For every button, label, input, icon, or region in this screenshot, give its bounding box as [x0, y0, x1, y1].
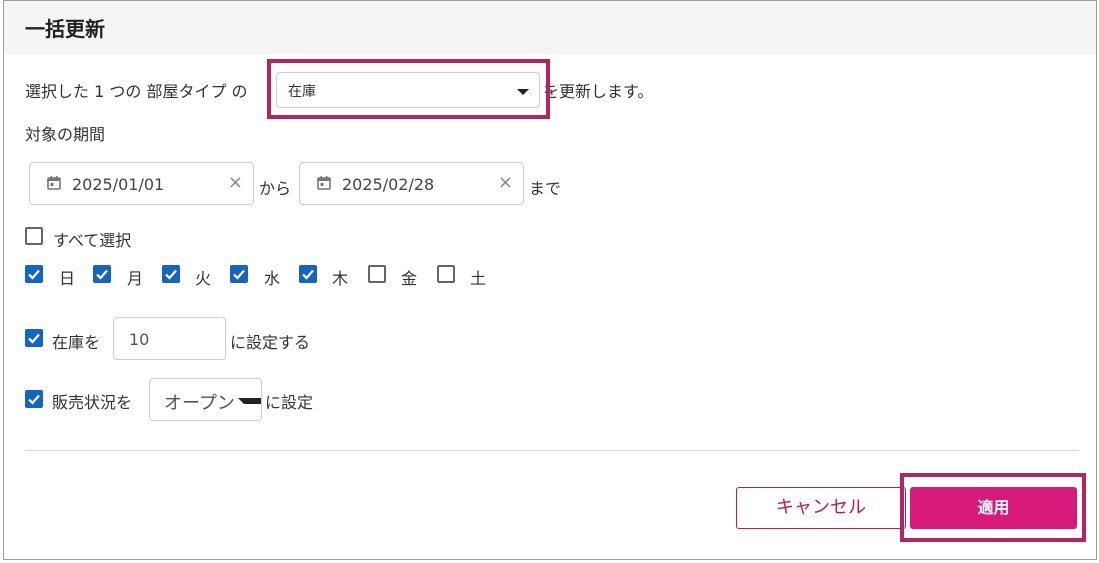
end-date-value: 2025/02/28 [342, 175, 435, 194]
day-checkbox-sat[interactable] [437, 265, 455, 283]
clear-icon[interactable]: × [228, 172, 243, 193]
check-icon [96, 269, 108, 280]
sales-status-value: オープン [164, 393, 234, 414]
check-icon [28, 333, 40, 344]
dialog-header: 一括更新 [4, 1, 1096, 54]
stock-prefix-label: 在庫を [52, 333, 101, 352]
from-label: から [259, 179, 292, 198]
start-date-value: 2025/01/01 [72, 175, 165, 194]
start-date-input[interactable]: 2025/01/01 × [29, 162, 254, 205]
calendar-icon [317, 176, 331, 190]
until-label: まで [529, 179, 562, 198]
footer-divider [25, 450, 1079, 451]
check-icon [302, 269, 314, 280]
chevron-down-icon [238, 398, 261, 404]
sales-status-select[interactable]: オープン [149, 378, 262, 421]
check-icon [28, 269, 40, 280]
day-label-mon: 月 [127, 269, 144, 288]
end-date-input[interactable]: 2025/02/28 × [299, 162, 524, 205]
intro-prefix-text: 選択した 1 つの 部屋タイプ の [25, 82, 248, 101]
sales-status-prefix-label: 販売状況を [52, 393, 133, 412]
day-label-thu: 木 [332, 269, 349, 288]
day-label-wed: 水 [264, 269, 281, 288]
select-all-checkbox[interactable] [25, 227, 43, 245]
select-all-label: すべて選択 [53, 231, 132, 250]
day-checkbox-fri[interactable] [368, 265, 386, 283]
sales-status-checkbox[interactable] [25, 390, 43, 408]
check-icon [233, 269, 245, 280]
stock-suffix-label: に設定する [230, 333, 311, 352]
day-checkbox-wed[interactable] [230, 265, 248, 283]
check-icon [28, 394, 40, 405]
highlight-frame-apply [900, 473, 1086, 542]
calendar-icon [47, 176, 61, 190]
day-checkbox-tue[interactable] [162, 265, 180, 283]
highlight-frame-select [267, 59, 550, 119]
intro-suffix-text: を更新します。 [543, 82, 654, 101]
day-checkbox-thu[interactable] [299, 265, 317, 283]
bulk-update-dialog: 一括更新 選択した 1 つの 部屋タイプ の 在庫 を更新します。 対象の期間 … [3, 0, 1097, 560]
check-icon [165, 269, 177, 280]
sales-status-suffix-label: に設定 [265, 393, 314, 412]
day-checkbox-sun[interactable] [25, 265, 43, 283]
day-label-fri: 金 [401, 269, 418, 288]
stock-quantity-input[interactable]: 10 [113, 317, 226, 360]
day-label-tue: 火 [195, 269, 212, 288]
day-checkbox-mon[interactable] [93, 265, 111, 283]
day-label-sat: 土 [470, 269, 487, 288]
clear-icon[interactable]: × [498, 172, 513, 193]
dialog-title: 一括更新 [25, 17, 105, 41]
day-label-sun: 日 [59, 269, 76, 288]
period-label: 対象の期間 [25, 125, 106, 144]
cancel-button[interactable]: キャンセル [736, 487, 906, 529]
stock-quantity-value: 10 [129, 330, 150, 349]
stock-checkbox[interactable] [25, 329, 43, 347]
